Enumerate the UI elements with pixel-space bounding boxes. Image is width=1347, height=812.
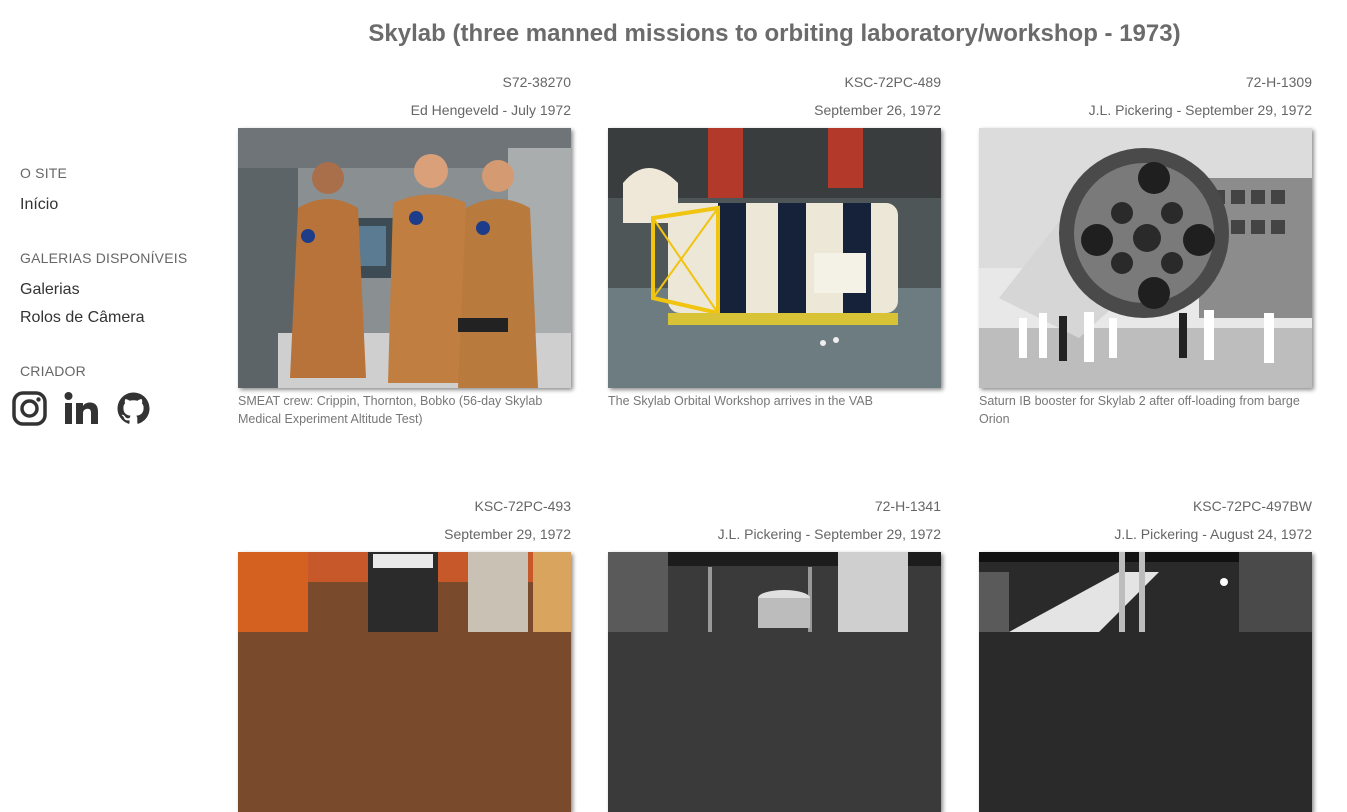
photo-caption: The Skylab Orbital Workshop arrives in t… bbox=[608, 394, 873, 408]
section-title-creator: CRIADOR bbox=[20, 363, 86, 379]
photo-meta: Ed Hengeveld - July 1972 bbox=[410, 102, 571, 118]
social-links bbox=[12, 391, 151, 426]
photo-image[interactable] bbox=[238, 552, 571, 812]
linkedin-icon[interactable] bbox=[64, 391, 99, 426]
nav-link-galleries[interactable]: Galerias bbox=[20, 281, 80, 299]
photo-code[interactable]: KSC-72PC-497BW bbox=[1193, 498, 1312, 514]
instagram-icon[interactable] bbox=[12, 391, 47, 426]
photo-meta: September 29, 1972 bbox=[444, 526, 571, 542]
photo-code[interactable]: 72-H-1341 bbox=[875, 498, 941, 514]
nav-link-camera-rolls[interactable]: Rolos de Câmera bbox=[20, 309, 145, 327]
github-icon[interactable] bbox=[116, 391, 151, 426]
photo-image[interactable] bbox=[979, 552, 1312, 812]
section-title-site: O SITE bbox=[20, 165, 68, 181]
photo-image[interactable] bbox=[608, 128, 941, 388]
photo-caption: SMEAT crew: Crippin, Thornton, Bobko (56… bbox=[238, 394, 543, 426]
photo-code[interactable]: KSC-72PC-493 bbox=[475, 498, 572, 514]
photo-caption: Saturn IB booster for Skylab 2 after off… bbox=[979, 394, 1300, 426]
photo-code[interactable]: 72-H-1309 bbox=[1246, 74, 1312, 90]
photo-image[interactable] bbox=[238, 128, 571, 388]
photo-meta: September 26, 1972 bbox=[814, 102, 941, 118]
photo-code[interactable]: S72-38270 bbox=[502, 74, 571, 90]
page-title: Skylab (three manned missions to orbitin… bbox=[368, 20, 1181, 47]
photo-meta: J.L. Pickering - September 29, 1972 bbox=[1088, 102, 1312, 118]
photo-image[interactable] bbox=[979, 128, 1312, 388]
photo-meta: J.L. Pickering - September 29, 1972 bbox=[717, 526, 941, 542]
nav-link-home[interactable]: Início bbox=[20, 196, 58, 214]
photo-code[interactable]: KSC-72PC-489 bbox=[845, 74, 942, 90]
photo-meta: J.L. Pickering - August 24, 1972 bbox=[1114, 526, 1312, 542]
section-title-galleries: GALERIAS DISPONÍVEIS bbox=[20, 250, 188, 266]
photo-image[interactable] bbox=[608, 552, 941, 812]
